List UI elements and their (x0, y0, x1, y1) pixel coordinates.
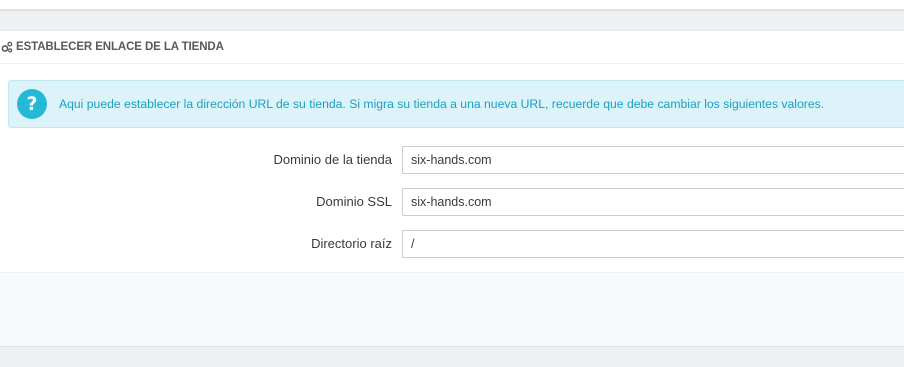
panel-title: ESTABLECER ENLACE DE LA TIENDA (16, 41, 224, 53)
panel-heading: ESTABLECER ENLACE DE LA TIENDA (0, 31, 904, 64)
ssl-domain-input[interactable] (402, 188, 904, 216)
shop-domain-label: Dominio de la tienda (273, 152, 392, 167)
cogs-icon (0, 41, 13, 54)
top-divider (0, 0, 904, 11)
shop-domain-input[interactable] (402, 146, 904, 174)
form-row-base-uri: Directorio raíz (0, 230, 904, 258)
ssl-domain-label: Dominio SSL (316, 194, 392, 209)
base-uri-label: Directorio raíz (311, 236, 392, 251)
base-uri-input[interactable] (402, 230, 904, 258)
panel-footer (0, 272, 904, 346)
question-circle-icon: ? (17, 89, 47, 119)
form-row-ssl-domain: Dominio SSL (0, 188, 904, 216)
page-gap (0, 13, 904, 30)
shop-url-panel: ESTABLECER ENLACE DE LA TIENDA ? Aqui pu… (0, 30, 904, 347)
info-alert: ? Aqui puede establecer la dirección URL… (8, 80, 904, 128)
form-row-shop-domain: Dominio de la tienda (0, 146, 904, 174)
alert-text: Aqui puede establecer la dirección URL d… (59, 97, 825, 111)
